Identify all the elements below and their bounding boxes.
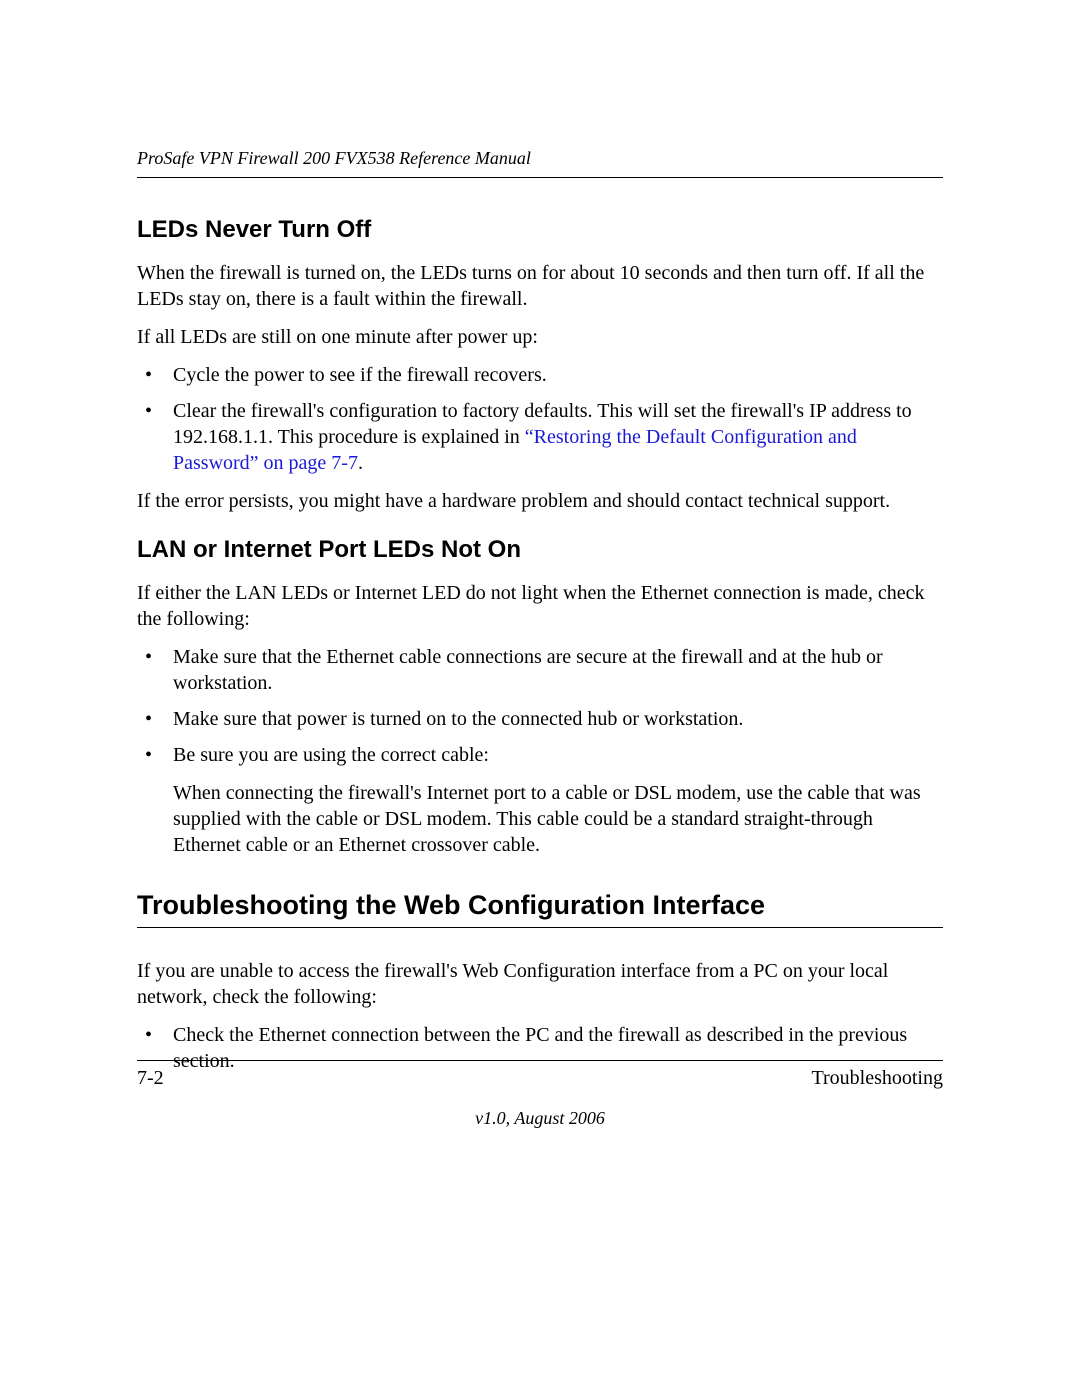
list-item: Make sure that power is turned on to the… bbox=[137, 706, 943, 732]
list-item: Be sure you are using the correct cable: bbox=[137, 742, 943, 768]
body-paragraph: If the error persists, you might have a … bbox=[137, 488, 943, 514]
footer-rule bbox=[137, 1060, 943, 1061]
list-item: Clear the firewall's configuration to fa… bbox=[137, 398, 943, 476]
page-number: 7-2 bbox=[137, 1067, 164, 1090]
version-line: v1.0, August 2006 bbox=[137, 1108, 943, 1129]
sub-paragraph: When connecting the firewall's Internet … bbox=[137, 780, 943, 858]
running-header: ProSafe VPN Firewall 200 FVX538 Referenc… bbox=[137, 148, 943, 178]
bullet-list: Make sure that the Ethernet cable connec… bbox=[137, 644, 943, 768]
chapter-name: Troubleshooting bbox=[811, 1067, 943, 1090]
body-paragraph: If either the LAN LEDs or Internet LED d… bbox=[137, 580, 943, 632]
body-paragraph: When the firewall is turned on, the LEDs… bbox=[137, 260, 943, 312]
bullet-list: Cycle the power to see if the firewall r… bbox=[137, 362, 943, 476]
list-item: Cycle the power to see if the firewall r… bbox=[137, 362, 943, 388]
page-footer: 7-2 Troubleshooting v1.0, August 2006 bbox=[137, 1060, 943, 1129]
body-paragraph: If all LEDs are still on one minute afte… bbox=[137, 324, 943, 350]
heading-leds-never-turn-off: LEDs Never Turn Off bbox=[137, 216, 943, 244]
heading-lan-internet-leds: LAN or Internet Port LEDs Not On bbox=[137, 536, 943, 564]
heading-troubleshooting-web-config: Troubleshooting the Web Configuration In… bbox=[137, 890, 943, 921]
section-rule bbox=[137, 927, 943, 928]
body-paragraph: If you are unable to access the firewall… bbox=[137, 958, 943, 1010]
list-item-text: . bbox=[358, 452, 363, 474]
list-item: Make sure that the Ethernet cable connec… bbox=[137, 644, 943, 696]
